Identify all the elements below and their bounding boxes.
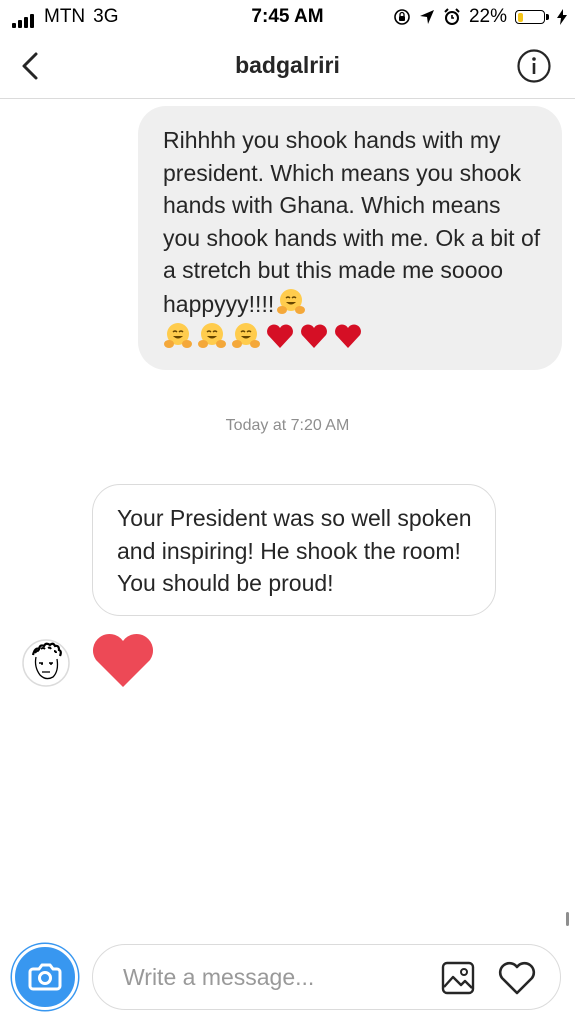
info-button[interactable] [517,49,551,83]
battery-icon [515,10,549,24]
chevron-left-icon [22,52,38,80]
hugging-face-emoji [198,323,226,348]
avatar[interactable] [22,639,70,687]
red-heart-icon[interactable] [90,630,156,690]
red-heart-emoji [267,324,293,348]
gallery-icon [441,961,475,995]
hugging-face-emoji [277,288,306,314]
orientation-lock-icon [394,9,410,25]
scroll-indicator[interactable] [566,912,569,926]
received-message-bubble[interactable]: Your President was so well spoken and in… [92,484,496,616]
red-heart-emoji [301,324,327,348]
message-timestamp: Today at 7:20 AM [225,417,350,434]
like-button[interactable] [497,960,537,996]
heart-outline-icon [498,961,536,995]
info-circle-icon [517,49,551,83]
conversation-header: badgalriri [0,34,575,99]
emoji-row [163,321,542,351]
sent-message-bubble[interactable]: Rihhhh you shook hands with my president… [138,106,562,370]
message-composer [92,944,561,1010]
battery-percent: 22% [468,6,507,27]
conversation-username[interactable]: badgalriri [0,52,575,79]
back-button[interactable] [14,48,50,84]
location-icon [419,10,434,24]
camera-button[interactable] [12,944,78,1010]
message-text: Your President was so well spoken and in… [117,505,472,596]
message-text: Rihhhh you shook hands with my president… [163,127,541,317]
alarm-icon [444,8,460,25]
status-bar: MTN 3G 7:45 AM 22% [0,0,575,34]
message-input[interactable] [121,945,425,1010]
status-right: 22% [393,6,567,28]
charging-icon [557,9,567,25]
red-heart-emoji [335,324,361,348]
hugging-face-emoji [164,323,192,348]
hugging-face-emoji [232,323,260,348]
gallery-button[interactable] [441,961,475,995]
camera-icon [28,963,62,991]
